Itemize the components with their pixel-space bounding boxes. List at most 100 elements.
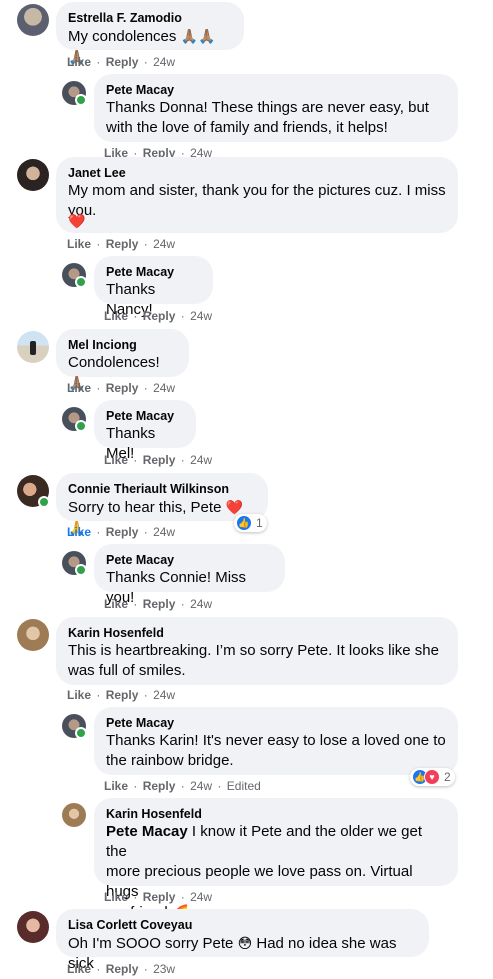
reply-link[interactable]: Reply	[106, 381, 139, 395]
love-reaction-icon: ♥	[424, 769, 440, 785]
comment-bubble: Pete Macay Thanks Karin! It's never easy…	[94, 707, 458, 775]
commenter-name[interactable]: Pete Macay	[106, 715, 446, 731]
flushed-face-emoji: 😳	[237, 935, 253, 951]
avatar[interactable]	[62, 714, 87, 739]
comment-bubble: Estrella F. Zamodio My condolences 🙏🏽🙏🏽🙏…	[56, 2, 244, 65]
avatar[interactable]	[62, 407, 87, 432]
timestamp[interactable]: 24w	[190, 890, 212, 904]
like-link[interactable]: Like	[104, 309, 128, 323]
reply-link[interactable]: Reply	[143, 597, 176, 611]
comment-actions: Like · Reply · 24w	[104, 890, 213, 904]
avatar[interactable]	[62, 551, 87, 576]
comment-bubble: Karin Hosenfeld Pete Macay I know it Pet…	[94, 798, 458, 921]
commenter-name[interactable]: Karin Hosenfeld	[68, 625, 446, 641]
reaction-count: 2	[444, 770, 451, 784]
like-link[interactable]: Like	[104, 453, 128, 467]
comment-text: Oh I'm SOOO sorry Pete	[68, 935, 234, 952]
comment-bubble: Karin Hosenfeld This is heartbreaking. I…	[56, 617, 458, 685]
avatar[interactable]	[17, 159, 49, 191]
like-link[interactable]: Like	[104, 890, 128, 904]
comment-bubble: Pete Macay Thanks Connie! Miss you!	[94, 544, 285, 606]
timestamp[interactable]: 24w	[153, 55, 175, 69]
timestamp[interactable]: 24w	[190, 309, 212, 323]
avatar[interactable]	[17, 4, 49, 36]
comment-text-line: Thanks Donna! These things are never eas…	[106, 99, 429, 116]
online-status-indicator	[75, 276, 87, 288]
comment-text-line: was full of smiles.	[68, 662, 186, 679]
comment-actions: Like · Reply · 23w	[67, 962, 176, 976]
comment-actions: Like · Reply · 24w	[67, 688, 176, 702]
avatar[interactable]	[17, 331, 49, 363]
reply-link[interactable]: Reply	[143, 309, 176, 323]
like-reaction-icon: 👍	[236, 515, 252, 531]
like-link[interactable]: Like	[67, 962, 91, 976]
commenter-name[interactable]: Janet Lee	[68, 165, 446, 181]
comment-text-line: you.	[68, 202, 97, 219]
timestamp[interactable]: 24w	[153, 688, 175, 702]
timestamp[interactable]: 24w	[153, 525, 175, 539]
reaction-summary[interactable]: 👍 1	[234, 514, 267, 532]
timestamp[interactable]: 24w	[190, 453, 212, 467]
like-link[interactable]: Like	[67, 688, 91, 702]
reply-link[interactable]: Reply	[106, 237, 139, 251]
red-heart-emoji: ❤️	[68, 213, 86, 229]
comment-bubble: Lisa Corlett Coveyau Oh I'm SOOO sorry P…	[56, 909, 429, 972]
commenter-name[interactable]: Mel Inciong	[68, 337, 177, 353]
comment-bubble: Pete Macay Thanks Mel!	[94, 400, 196, 462]
like-link[interactable]: Like	[67, 525, 91, 539]
commenter-name[interactable]: Pete Macay	[106, 264, 201, 280]
comment-text-line: the rainbow bridge.	[106, 752, 234, 769]
avatar[interactable]	[17, 619, 49, 651]
comment-text: Sorry to hear this, Pete	[68, 499, 222, 516]
comment-actions: Like · Reply · 24w	[104, 453, 213, 467]
timestamp[interactable]: 24w	[190, 779, 212, 793]
reply-link[interactable]: Reply	[106, 55, 139, 69]
reaction-count: 1	[256, 516, 263, 530]
commenter-name[interactable]: Estrella F. Zamodio	[68, 10, 232, 26]
comment-text-line: Thanks Karin! It's never easy to lose a …	[106, 732, 446, 749]
reply-link[interactable]: Reply	[106, 688, 139, 702]
like-link[interactable]: Like	[67, 381, 91, 395]
timestamp[interactable]: 23w	[153, 962, 175, 976]
avatar[interactable]	[17, 911, 49, 943]
commenter-name[interactable]: Karin Hosenfeld	[106, 806, 446, 822]
reply-link[interactable]: Reply	[106, 962, 139, 976]
commenter-name[interactable]: Pete Macay	[106, 552, 273, 568]
avatar[interactable]	[62, 803, 86, 827]
like-link[interactable]: Like	[104, 597, 128, 611]
comment-actions: Like · Reply · 24w	[67, 237, 176, 251]
comment-bubble: Mel Inciong Condolences! 🙏🏽	[56, 329, 189, 391]
mentioned-user-tag[interactable]: Pete Macay	[106, 823, 188, 840]
online-status-indicator	[38, 496, 50, 508]
timestamp[interactable]: 24w	[153, 237, 175, 251]
comment-actions: Like · Reply · 24w	[104, 309, 213, 323]
reply-link[interactable]: Reply	[143, 779, 176, 793]
online-status-indicator	[75, 727, 87, 739]
reply-link[interactable]: Reply	[143, 890, 176, 904]
comment-text: Condolences!	[68, 354, 160, 371]
comment-text-line: This is heartbreaking. I’m so sorry Pete…	[68, 642, 439, 659]
reply-link[interactable]: Reply	[106, 525, 139, 539]
comment-bubble: Connie Theriault Wilkinson Sorry to hear…	[56, 473, 268, 536]
reaction-summary[interactable]: 👍 ♥ 2	[410, 768, 455, 786]
avatar[interactable]	[62, 81, 87, 106]
comment-actions: Like · Reply · 24w · Edited	[104, 779, 261, 793]
online-status-indicator	[75, 94, 87, 106]
commenter-name[interactable]: Pete Macay	[106, 408, 184, 424]
comment-bubble: Pete Macay Thanks Nancy!	[94, 256, 213, 318]
like-link[interactable]: Like	[104, 779, 128, 793]
online-status-indicator	[75, 564, 87, 576]
commenter-name[interactable]: Pete Macay	[106, 82, 446, 98]
like-link[interactable]: Like	[67, 55, 91, 69]
comment-actions: Like · Reply · 24w	[104, 597, 213, 611]
timestamp[interactable]: 24w	[153, 381, 175, 395]
avatar[interactable]	[17, 475, 50, 508]
avatar[interactable]	[62, 263, 87, 288]
comment-actions: Like · Reply · 24w	[67, 381, 176, 395]
reply-link[interactable]: Reply	[143, 453, 176, 467]
like-link[interactable]: Like	[67, 237, 91, 251]
timestamp[interactable]: 24w	[190, 597, 212, 611]
commenter-name[interactable]: Lisa Corlett Coveyau	[68, 917, 417, 933]
edited-label[interactable]: Edited	[227, 779, 261, 793]
commenter-name[interactable]: Connie Theriault Wilkinson	[68, 481, 256, 497]
